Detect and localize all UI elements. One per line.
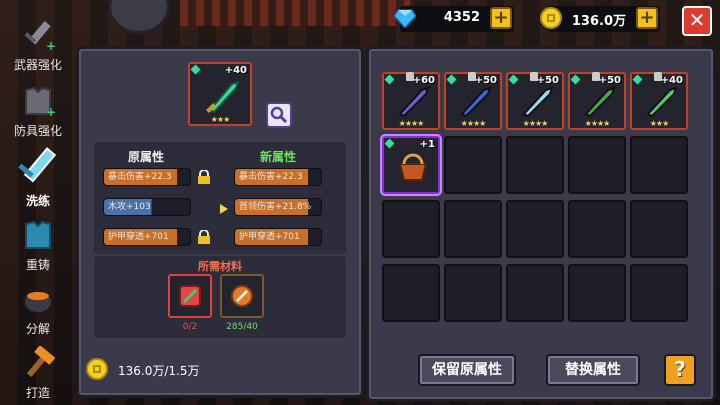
refine-cost: 136.0万/1.5万 [118,364,200,378]
empty-slot[interactable] [382,264,440,322]
empty-slot[interactable] [630,264,688,322]
weapon-icon [460,86,492,118]
empty-slot[interactable] [568,200,626,258]
empty-slot[interactable] [444,136,502,194]
add-gems-button[interactable]: + [490,7,512,29]
material-count-1: 0/2 [182,322,198,332]
weapon-icon [522,86,554,118]
empty-slot[interactable] [506,200,564,258]
rarity-gem-icon [570,74,581,85]
item-level: +40 [224,65,247,76]
nav-armor-upgrade[interactable]: + 防具强化 [0,80,76,142]
rarity-gem-icon [190,64,201,75]
green-sword-icon [206,80,240,114]
empty-slot[interactable] [568,136,626,194]
original-attr-2: 木攻+103 [103,198,191,216]
gem-counter: 4352 + [394,6,514,32]
new-attr-title: 新属性 [260,150,297,164]
weapon-icon [398,86,430,118]
weapon-icon [646,86,678,118]
original-attr-3: 护甲穿透+701 [103,228,191,246]
close-button[interactable]: ✕ [682,6,712,36]
item-stars: ★★★★ [398,119,425,128]
replace-attr-button[interactable]: 替换属性 [546,354,640,386]
nav-label: 防具强化 [13,124,62,138]
nav-decompose[interactable]: 分解 [0,278,76,340]
new-attr-2: 首领伤害+21.8% [234,198,322,216]
gold-amount: 136.0万 [571,14,626,29]
basket-icon [398,153,428,181]
weapon-slot[interactable]: +50 ★★★★ [506,72,564,130]
rarity-gem-icon [384,74,395,85]
lock-icon[interactable] [196,170,212,184]
gold-coin-icon [540,7,562,29]
materials-title: 所需材料 [198,260,242,273]
empty-slot[interactable] [630,136,688,194]
magnifier-icon [270,106,288,124]
weapon-slot[interactable]: +50 ★★★★ [444,72,502,130]
arrow-right-icon [220,204,228,214]
item-stars: ★★★★ [460,119,487,128]
red-gem-icon [179,285,201,307]
nav-weapon-upgrade[interactable]: + 武器强化 [0,14,76,76]
rarity-gem-icon [446,74,457,85]
original-attr-1: 暴击伤害+22.3 [103,168,191,186]
armor-upgrade-icon: + [25,86,56,118]
material-slot-1[interactable] [168,274,212,318]
new-attr-1: 暴击伤害+22.3 [234,168,322,186]
rarity-gem-icon [384,138,395,149]
empty-slot[interactable] [506,264,564,322]
add-gold-button[interactable]: + [636,7,658,29]
decompose-cauldron-icon [23,290,53,314]
rarity-gem-icon [508,74,519,85]
weapon-slot[interactable]: +50 ★★★★ [568,72,626,130]
nav-recast[interactable]: 重铸 [0,214,76,276]
empty-slot[interactable] [444,264,502,322]
original-attr-title: 原属性 [128,150,165,164]
item-stars: ★★★ [649,119,670,128]
diamond-icon [394,9,416,28]
item-stars: ★★★★ [584,119,611,128]
weapon-slot[interactable]: +60 ★★★★ [382,72,440,130]
sword-upgrade-icon: + [24,20,56,52]
new-attr-3: 护甲穿透+701 [234,228,322,246]
empty-slot[interactable] [444,200,502,258]
orange-gem-icon [231,285,253,307]
item-level: +1 [419,139,435,150]
empty-slot[interactable] [568,264,626,322]
material-count-2: 285/40 [226,322,258,332]
weapon-icon [584,86,616,118]
nav-label: 重铸 [25,258,50,272]
empty-slot[interactable] [506,136,564,194]
keep-original-button[interactable]: 保留原属性 [418,354,516,386]
svg-text:+: + [46,105,56,118]
nav-refine[interactable]: 洗练 [0,144,76,208]
selected-item-slot[interactable]: +1 [382,136,440,194]
material-slot-2[interactable] [220,274,264,318]
empty-slot[interactable] [382,200,440,258]
nav-label: 洗练 [25,194,50,208]
refine-sword-icon [18,147,57,183]
forge-hammer-icon [26,346,56,378]
nav-label: 打造 [25,386,50,400]
inspect-button[interactable] [266,102,292,128]
rarity-gem-icon [632,74,643,85]
nav-label: 武器强化 [13,58,62,72]
lock-icon[interactable] [196,230,212,244]
nav-label: 分解 [25,322,50,336]
refine-target-slot[interactable]: +40 ★★★ [188,62,252,126]
recast-armor-icon [25,220,51,249]
weapon-slot[interactable]: +40 ★★★ [630,72,688,130]
wall-decoration [180,0,410,26]
gem-amount: 4352 [443,10,480,25]
item-stars: ★★★★ [522,119,549,128]
empty-slot[interactable] [630,200,688,258]
cost-bar: 136.0万/1.5万 [86,354,216,384]
svg-text:+: + [46,39,56,52]
help-button[interactable]: ? [664,354,696,386]
gold-counter: 136.0万 + [540,6,660,32]
gold-coin-icon [86,358,108,380]
nav-forge[interactable]: 打造 [0,342,76,404]
item-stars: ★★★ [210,115,231,124]
